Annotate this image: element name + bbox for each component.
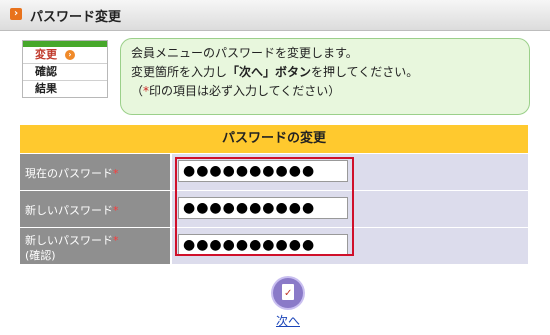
next-link[interactable]: 次へ (263, 312, 313, 329)
instruction-line-2-pre: 変更箇所を入力し (131, 65, 228, 79)
step-result-label: 結果 (35, 82, 57, 95)
confirm-password-label-sub: (確認) (25, 249, 56, 262)
form-title: パスワードの変更 (20, 125, 528, 153)
required-mark: * (113, 234, 119, 247)
instruction-line-2: 変更箇所を入力し「次へ」ボタンを押してください。 (131, 63, 418, 80)
new-password-label-text: 新しいパスワード (25, 204, 113, 217)
instruction-line-2-post: を押してください。 (311, 65, 419, 79)
header-bullet-icon: › (10, 8, 22, 20)
new-password-input[interactable]: ●●●●●●●●●● (178, 197, 348, 219)
required-mark: * (113, 204, 119, 217)
instruction-next-button-ref: 「次へ」ボタン (227, 65, 312, 79)
instruction-line-3-pre: （ (131, 84, 144, 98)
current-step-arrow-icon: › (64, 50, 75, 60)
current-password-row: 現在のパスワード* ●●●●●●●●●● (20, 153, 528, 190)
instruction-line-3-post: 印の項目は必ず入力してください） (149, 84, 341, 98)
confirm-password-cell: ●●●●●●●●●● (172, 228, 528, 264)
confirm-password-label-text: 新しいパスワード (25, 234, 113, 247)
current-password-label-text: 現在のパスワード (25, 167, 113, 180)
new-password-label: 新しいパスワード* (20, 191, 170, 227)
required-mark: * (113, 167, 119, 180)
step-confirm-label: 確認 (35, 65, 57, 78)
step-change: 変更 › (23, 47, 107, 63)
new-password-row: 新しいパスワード* ●●●●●●●●●● (20, 190, 528, 227)
step-result: 結果 (23, 80, 107, 97)
confirm-password-row: 新しいパスワード* (確認) ●●●●●●●●●● (20, 227, 528, 264)
instruction-line-1: 会員メニューのパスワードを変更します。 (131, 46, 358, 60)
instruction-line-3: （*印の項目は必ず入力してください） (131, 82, 340, 99)
step-change-label: 変更 (35, 48, 57, 61)
check-icon: ✓ (284, 288, 293, 299)
step-confirm: 確認 (23, 63, 107, 80)
confirm-password-input[interactable]: ●●●●●●●●●● (178, 234, 348, 256)
current-password-label: 現在のパスワード* (20, 154, 170, 190)
next-document-icon[interactable]: ✓ (273, 278, 303, 308)
page-header: › パスワード変更 (0, 0, 550, 31)
page-title: パスワード変更 (30, 10, 122, 25)
next-button[interactable]: ✓ 次へ (263, 278, 313, 329)
instruction-box: 会員メニューのパスワードを変更します。 変更箇所を入力し「次へ」ボタンを押してく… (120, 38, 530, 115)
step-indicator: 変更 › 確認 結果 (22, 40, 108, 98)
confirm-password-label: 新しいパスワード* (確認) (20, 228, 170, 264)
current-password-cell: ●●●●●●●●●● (172, 154, 528, 190)
password-change-form: パスワードの変更 現在のパスワード* ●●●●●●●●●● 新しいパスワード* … (20, 125, 528, 264)
current-password-input[interactable]: ●●●●●●●●●● (178, 160, 348, 182)
new-password-cell: ●●●●●●●●●● (172, 191, 528, 227)
